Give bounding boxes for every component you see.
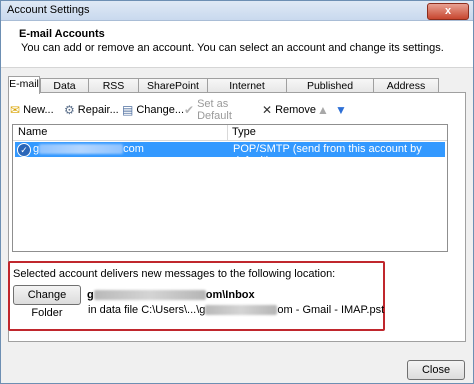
column-header-type[interactable]: Type [232,126,256,138]
header-description: You can add or remove an account. You ca… [21,42,444,54]
window-close-button[interactable]: x [427,3,469,20]
change-folder-button[interactable]: Change Folder [13,285,81,319]
close-button[interactable]: Close [407,360,465,380]
change-button[interactable]: ▤ Change... [122,101,184,119]
header-panel: E-mail Accounts You can add or remove an… [1,21,473,68]
tab-internet-calendars[interactable]: Internet Calendars [207,78,287,106]
new-label: New... [23,104,54,116]
folder-prefix: g [87,289,94,301]
repair-button[interactable]: ⚙ Repair... [64,101,119,119]
redacted-text [205,305,278,316]
accounts-list[interactable]: Name Type ✓ g com POP/SMTP (send from thi… [12,124,448,252]
redacted-text [39,144,124,155]
folder-suffix: om\Inbox [205,289,255,301]
remove-x-icon: ✕ [262,103,273,117]
tab-published-calendars[interactable]: Published Calendars [286,78,374,106]
redacted-text [93,290,206,301]
tab-address-books[interactable]: Address Books [373,78,439,106]
list-header: Name Type [13,125,447,141]
account-row[interactable]: ✓ g com POP/SMTP (send from this account … [15,142,445,167]
move-down-button[interactable]: ▼ [335,101,350,119]
default-account-check-icon: ✓ [17,143,31,157]
column-separator[interactable] [227,125,228,140]
data-file-path: in data file C:\Users\...\g om - Gmail - … [88,304,384,316]
arrow-up-icon: ▲ [317,103,329,117]
delivery-folder-path: g om\Inbox [87,289,255,301]
change-icon: ▤ [122,103,134,117]
account-name-cell: g com [33,143,144,155]
delivery-label: Selected account delivers new messages t… [13,268,336,280]
checkmark-icon: ✔ [184,103,195,117]
remove-label: Remove [275,104,317,116]
tab-rss-feeds[interactable]: RSS Feeds [88,78,139,106]
account-type-cell: POP/SMTP (send from this account by defa… [233,143,422,167]
tab-data-files[interactable]: Data Files [40,78,89,106]
tab-email[interactable]: E-mail [8,76,40,94]
set-as-default-label: Set as Default [197,98,232,122]
data-file-prefix: in data file C:\Users\...\g [88,304,206,316]
repair-label: Repair... [77,104,119,116]
data-file-suffix: om - Gmail - IMAP.pst [277,304,385,316]
header-title: E-mail Accounts [19,28,105,40]
new-icon: ✉ [10,103,21,117]
remove-button[interactable]: ✕ Remove [262,101,316,119]
move-up-button[interactable]: ▲ [317,101,332,119]
account-name-suffix: com [123,143,144,155]
set-as-default-button[interactable]: ✔ Set as Default [184,98,232,122]
column-header-name[interactable]: Name [18,126,47,138]
window-title: Account Settings [7,4,90,16]
change-label: Change... [136,104,185,116]
tab-sharepoint-lists[interactable]: SharePoint Lists [138,78,208,106]
arrow-down-icon: ▼ [335,103,347,117]
repair-icon: ⚙ [64,103,75,117]
title-bar[interactable]: Account Settings x [1,1,473,21]
new-button[interactable]: ✉ New... [10,101,54,119]
